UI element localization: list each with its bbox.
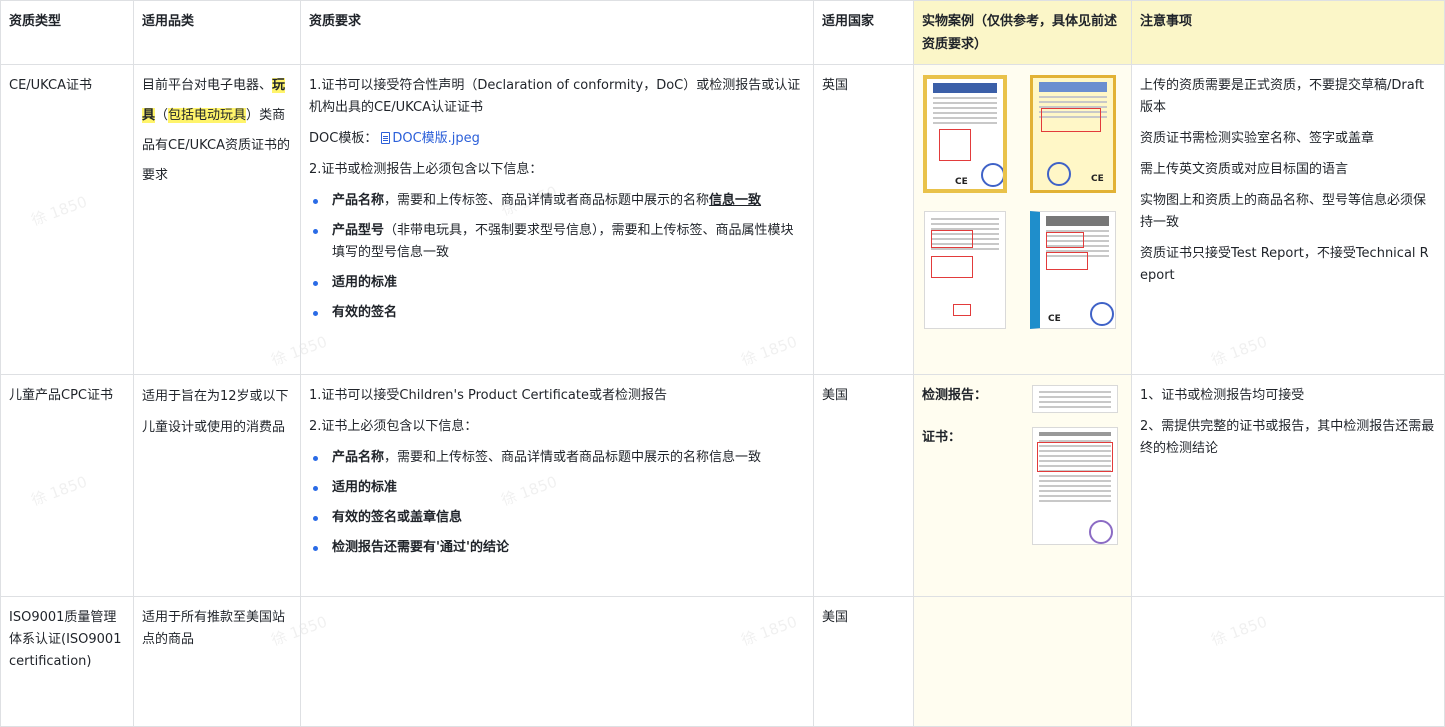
cell-category: 适用于所有推款至美国站点的商品 [133, 596, 301, 727]
note-text: 需上传英文资质或对应目标国的语言 [1140, 162, 1349, 177]
certificate-compliance-image[interactable]: CE [1030, 211, 1116, 329]
header-category: 适用品类 [133, 0, 301, 65]
cell-country: 英国 [813, 64, 914, 375]
bold-text: 产品名称 [332, 450, 385, 465]
note-text: 实物图上和资质上的商品名称、型号等信息必须保持一致 [1140, 193, 1427, 230]
category-text: 目前平台对电子电器、 [142, 78, 273, 93]
bold-text: 产品名称 [332, 193, 385, 208]
qualification-type-text: 儿童产品CPC证书 [9, 388, 113, 403]
category-text: 适用于所有推款至美国站点的商品 [142, 610, 286, 647]
list-item: 有效的签名 [309, 302, 805, 324]
requirement-list: 产品名称，需要和上传标签、商品详情或者商品标题中展示的名称信息一致 产品型号（非… [309, 190, 805, 324]
ce-mark-text: CE [1091, 174, 1104, 184]
list-item: 适用的标准 [309, 477, 805, 499]
requirement-paragraph: 2.证书或检测报告上必须包含以下信息： [309, 162, 543, 177]
ce-mark-text: CE [955, 177, 968, 187]
list-item: 检测报告还需要有'通过'的结论 [309, 537, 805, 559]
ce-certificate-image[interactable]: CE [923, 75, 1007, 193]
item-text: ，需要和上传标签、商品详情或者商品标题中展示的名称信息一致 [384, 450, 762, 465]
country-text: 美国 [822, 388, 849, 403]
qualification-type-text: ISO9001质量管理体系认证(ISO9001 certification) [9, 610, 122, 669]
requirement-paragraph: 2.证书上必须包含以下信息： [309, 419, 478, 434]
cell-requirements [300, 596, 814, 727]
table-row: 儿童产品CPC证书 适用于旨在为12岁或以下儿童设计或使用的消费品 1.证书可以… [0, 374, 1445, 597]
doc-template-line: DOC模板： DOC模版.jpeg [309, 128, 805, 150]
file-icon [381, 132, 391, 144]
country-text: 美国 [822, 610, 849, 625]
ce-mark-text: CE [1048, 314, 1061, 324]
note-text: 上传的资质需要是正式资质，不要提交草稿/Draft版本 [1140, 78, 1425, 115]
cell-requirements: 1.证书可以接受Children's Product Certificate或者… [300, 374, 814, 597]
bold-text: 适用的标准 [332, 275, 398, 290]
table-row: ISO9001质量管理体系认证(ISO9001 certification) 适… [0, 596, 1445, 727]
bold-text: 产品型号 [332, 223, 385, 238]
cell-example: CE CE CE [913, 64, 1132, 375]
paren: （ [155, 108, 169, 123]
note-text: 资质证书只接受Test Report，不接受Technical Report [1140, 246, 1429, 283]
note-text: 资质证书需检测实验室名称、签字或盖章 [1140, 131, 1375, 146]
category-text: 适用于旨在为12岁或以下儿童设计或使用的消费品 [142, 389, 289, 435]
requirement-list: 产品名称，需要和上传标签、商品详情或者商品标题中展示的名称信息一致 适用的标准 … [309, 447, 805, 559]
test-report-image[interactable] [924, 211, 1006, 329]
cell-example: 检测报告： 证书： [913, 374, 1132, 597]
doc-label: DOC模板： [309, 131, 378, 146]
paren: ） [246, 108, 260, 123]
cell-type: CE/UKCA证书 [0, 64, 134, 375]
country-text: 英国 [822, 78, 849, 93]
bold-text: 检测报告还需要有'通过'的结论 [332, 540, 509, 555]
doc-template-link[interactable]: DOC模版.jpeg [392, 131, 480, 146]
header-example: 实物案例（仅供参考，具体见前述资质要求） [913, 0, 1132, 65]
cell-category: 目前平台对电子电器、玩具（包括电动玩具）类商品有CE/UKCA资质证书的要求 [133, 64, 301, 375]
cell-country: 美国 [813, 374, 914, 597]
bold-text: 有效的签名或盖章信息 [332, 510, 463, 525]
header-notes: 注意事项 [1131, 0, 1445, 65]
cell-type: 儿童产品CPC证书 [0, 374, 134, 597]
cell-notes [1131, 596, 1445, 727]
table-row: CE/UKCA证书 目前平台对电子电器、玩具（包括电动玩具）类商品有CE/UKC… [0, 64, 1445, 375]
table-header-row: 资质类型 适用品类 资质要求 适用国家 实物案例（仅供参考，具体见前述资质要求）… [0, 0, 1445, 65]
header-requirements: 资质要求 [300, 0, 814, 65]
bold-text: 适用的标准 [332, 480, 398, 495]
requirement-paragraph: 1.证书可以接受符合性声明（Declaration of conformity，… [309, 78, 801, 115]
cell-example [913, 596, 1132, 727]
cell-notes: 1、证书或检测报告均可接受 2、需提供完整的证书或报告，其中检测报告还需最终的检… [1131, 374, 1445, 597]
note-text: 2、需提供完整的证书或报告，其中检测报告还需最终的检测结论 [1140, 419, 1435, 456]
highlight-text: 包括电动玩具 [168, 108, 247, 123]
requirement-paragraph: 1.证书可以接受Children's Product Certificate或者… [309, 388, 667, 403]
qualification-table: 资质类型 适用品类 资质要求 适用国家 实物案例（仅供参考，具体见前述资质要求）… [0, 0, 1445, 727]
cell-type: ISO9001质量管理体系认证(ISO9001 certification) [0, 596, 134, 727]
list-item: 产品型号（非带电玩具，不强制要求型号信息），需要和上传标签、商品属性模块填写的型… [309, 220, 805, 264]
cell-notes: 上传的资质需要是正式资质，不要提交草稿/Draft版本 资质证书需检测实验室名称… [1131, 64, 1445, 375]
list-item: 适用的标准 [309, 272, 805, 294]
list-item: 产品名称，需要和上传标签、商品详情或者商品标题中展示的名称信息一致 [309, 447, 805, 469]
cell-country: 美国 [813, 596, 914, 727]
cell-requirements: 1.证书可以接受符合性声明（Declaration of conformity，… [300, 64, 814, 375]
cpc-report-image[interactable] [1032, 385, 1118, 413]
item-text: ，需要和上传标签、商品详情或者商品标题中展示的名称 [384, 193, 710, 208]
note-text: 1、证书或检测报告均可接受 [1140, 388, 1305, 403]
qualification-type-text: CE/UKCA证书 [9, 78, 92, 93]
header-country: 适用国家 [813, 0, 914, 65]
header-qualification-type: 资质类型 [0, 0, 134, 65]
bold-text: 信息一致 [709, 193, 762, 208]
cell-category: 适用于旨在为12岁或以下儿童设计或使用的消费品 [133, 374, 301, 597]
item-text: （非带电玩具，不强制要求型号信息），需要和上传标签、商品属性模块填写的型号信息一… [332, 223, 794, 260]
declaration-image[interactable]: CE [1030, 75, 1116, 193]
cpc-certificate-image[interactable] [1032, 427, 1118, 545]
list-item: 产品名称，需要和上传标签、商品详情或者商品标题中展示的名称信息一致 [309, 190, 805, 212]
example-images: CE CE CE [920, 73, 1125, 343]
list-item: 有效的签名或盖章信息 [309, 507, 805, 529]
bold-text: 有效的签名 [332, 305, 398, 320]
